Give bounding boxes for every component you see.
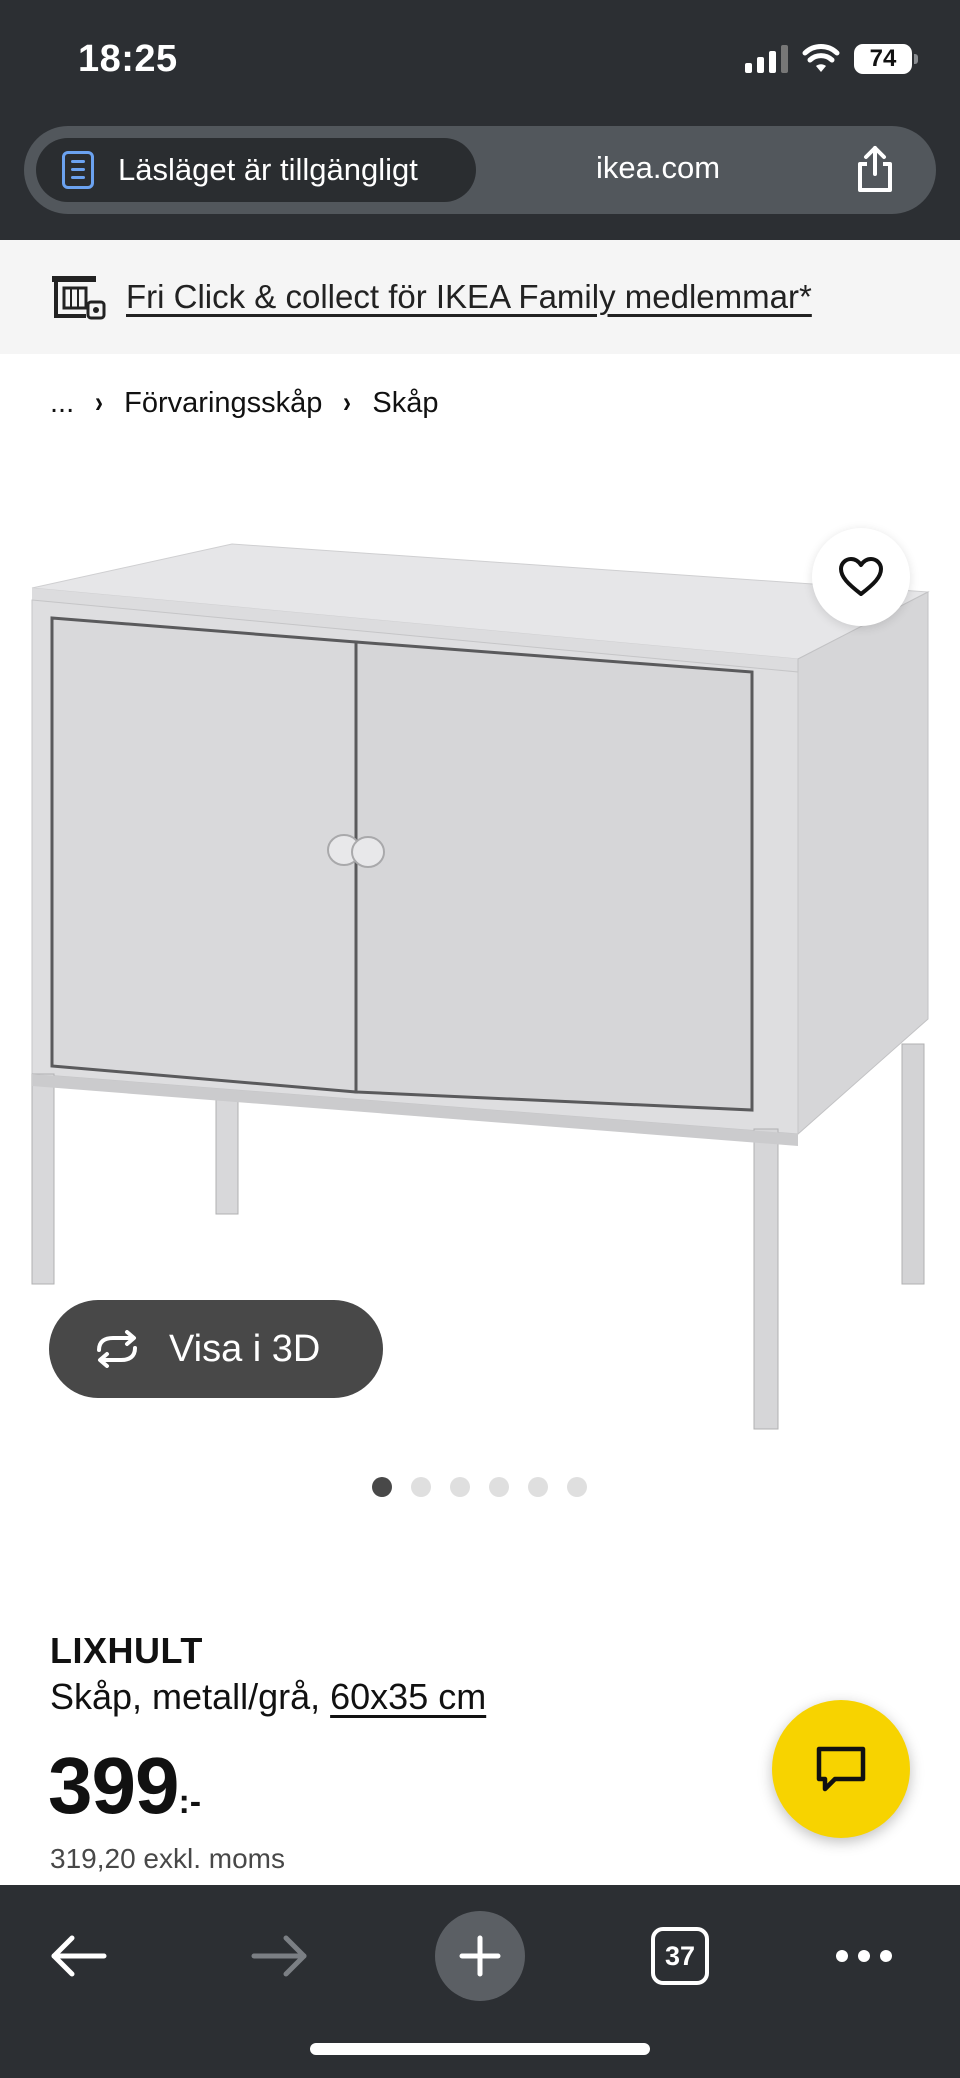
price-integer: 399 <box>48 1741 179 1830</box>
heart-icon <box>839 557 883 596</box>
product-description: Skåp, metall/grå, 60x35 cm <box>50 1676 486 1718</box>
favorite-button[interactable] <box>812 528 910 626</box>
battery-icon: 74 <box>854 44 918 74</box>
product-type: Skåp, metall/grå, <box>50 1676 331 1717</box>
breadcrumb-item-skap[interactable]: Skåp <box>372 387 438 420</box>
status-icons: 74 <box>745 44 918 74</box>
status-time: 18:25 <box>78 38 178 80</box>
chat-icon <box>816 1746 866 1792</box>
chevron-right-icon: › <box>343 386 352 419</box>
product-name: LIXHULT <box>50 1630 203 1671</box>
breadcrumb: ... › Förvaringsskåp › Skåp <box>50 386 439 420</box>
back-button[interactable] <box>46 1911 110 2001</box>
gallery-pagination <box>372 1477 587 1497</box>
pagination-dot-5[interactable] <box>528 1477 548 1497</box>
promo-banner: Fri Click & collect för IKEA Family medl… <box>0 240 960 354</box>
chevron-right-icon: › <box>95 386 104 419</box>
promo-link[interactable]: Fri Click & collect för IKEA Family medl… <box>126 278 812 316</box>
pagination-dot-1[interactable] <box>372 1477 392 1497</box>
tabs-button[interactable]: 37 <box>651 1911 709 2001</box>
forward-icon <box>251 1935 307 1977</box>
breadcrumb-item-ellipsis[interactable]: ... <box>50 387 74 420</box>
new-tab-button[interactable] <box>435 1911 525 2001</box>
forward-button[interactable] <box>248 1911 312 2001</box>
tabs-icon: 37 <box>651 1927 709 1985</box>
reader-icon <box>62 151 94 189</box>
browser-top-chrome: 18:25 74 Läsläget är tillgängligt ikea.c… <box>0 0 960 240</box>
plus-icon <box>459 1935 501 1977</box>
breadcrumb-item-forvaringsskap[interactable]: Förvaringsskåp <box>124 387 322 420</box>
product-price: 399 :- <box>48 1740 201 1832</box>
pagination-dot-3[interactable] <box>450 1477 470 1497</box>
view-in-3d-label: Visa i 3D <box>169 1327 321 1370</box>
chat-button[interactable] <box>772 1700 910 1838</box>
product-size-link[interactable]: 60x35 cm <box>330 1676 486 1717</box>
reader-mode-label: Läsläget är tillgängligt <box>118 152 418 187</box>
store-icon <box>52 276 106 320</box>
pagination-dot-2[interactable] <box>411 1477 431 1497</box>
reader-mode-button[interactable]: Läsläget är tillgängligt <box>36 138 476 202</box>
view-in-3d-button[interactable]: Visa i 3D <box>49 1300 383 1398</box>
cellular-signal-icon <box>745 45 788 73</box>
url-domain[interactable]: ikea.com <box>596 150 720 186</box>
pagination-dot-4[interactable] <box>489 1477 509 1497</box>
home-indicator[interactable] <box>310 2043 650 2055</box>
rotate-3d-icon <box>97 1330 137 1368</box>
more-button[interactable] <box>834 1911 894 2001</box>
pagination-dot-6[interactable] <box>567 1477 587 1497</box>
url-bar[interactable]: Läsläget är tillgängligt ikea.com <box>24 126 936 214</box>
more-icon <box>836 1950 892 1962</box>
price-excl-vat: 319,20 exkl. moms <box>50 1843 285 1874</box>
wifi-icon <box>802 44 840 72</box>
price-suffix: :- <box>178 1783 202 1821</box>
share-icon[interactable] <box>848 142 902 196</box>
back-icon <box>51 1935 107 1977</box>
